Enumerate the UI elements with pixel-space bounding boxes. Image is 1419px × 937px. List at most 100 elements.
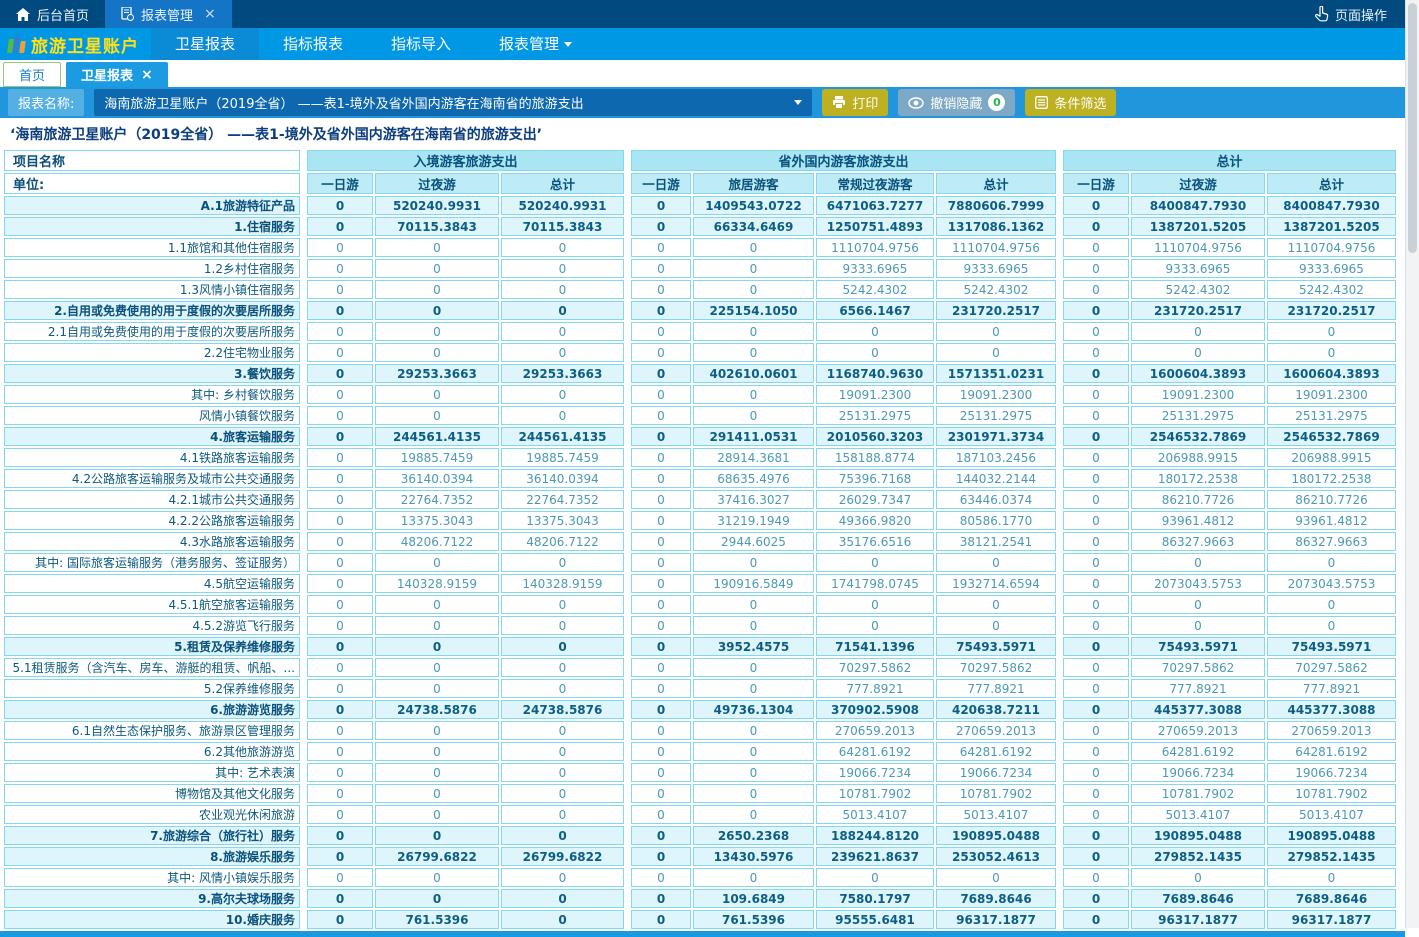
value-cell[interactable]: 777.8921 [936, 679, 1056, 698]
value-cell[interactable]: 0 [631, 658, 691, 677]
row-label[interactable]: 5.租赁及保养维修服务 [4, 637, 300, 656]
value-cell[interactable]: 188244.8120 [816, 826, 934, 845]
value-cell[interactable]: 1387201.5205 [1131, 217, 1265, 236]
value-cell[interactable]: 0 [501, 553, 624, 572]
value-cell[interactable]: 8400847.7930 [1267, 196, 1396, 215]
row-label[interactable]: 1.2乡村住宿服务 [4, 259, 300, 278]
value-cell[interactable]: 231720.2517 [1131, 301, 1265, 320]
value-cell[interactable]: 22764.7352 [501, 490, 624, 509]
value-cell[interactable]: 96317.1877 [936, 910, 1056, 929]
value-cell[interactable]: 0 [1063, 364, 1129, 383]
row-label[interactable]: A.1旅游特征产品 [4, 196, 300, 215]
row-label[interactable]: 博物馆及其他文化服务 [4, 784, 300, 803]
nav-item-indicator-report[interactable]: 指标报表 [259, 28, 367, 60]
value-cell[interactable]: 3952.4575 [693, 637, 814, 656]
value-cell[interactable]: 0 [631, 217, 691, 236]
value-cell[interactable]: 22764.7352 [375, 490, 499, 509]
row-label[interactable]: 4.5.1航空旅客运输服务 [4, 595, 300, 614]
value-cell[interactable]: 0 [307, 427, 373, 446]
value-cell[interactable]: 231720.2517 [936, 301, 1056, 320]
value-cell[interactable]: 253052.4613 [936, 847, 1056, 866]
row-label[interactable]: 5.2保养维修服务 [4, 679, 300, 698]
value-cell[interactable]: 86327.9663 [1267, 532, 1396, 551]
value-cell[interactable]: 95555.6481 [816, 910, 934, 929]
value-cell[interactable]: 0 [501, 280, 624, 299]
value-cell[interactable]: 0 [1063, 259, 1129, 278]
value-cell[interactable]: 19091.2300 [816, 385, 934, 404]
value-cell[interactable]: 0 [1063, 196, 1129, 215]
value-cell[interactable]: 190895.0488 [1267, 826, 1396, 845]
value-cell[interactable]: 1387201.5205 [1267, 217, 1396, 236]
value-cell[interactable]: 0 [1063, 385, 1129, 404]
value-cell[interactable]: 0 [631, 721, 691, 740]
value-cell[interactable]: 0 [501, 406, 624, 425]
value-cell[interactable]: 9333.6965 [936, 259, 1056, 278]
value-cell[interactable]: 0 [936, 343, 1056, 362]
value-cell[interactable]: 0 [693, 805, 814, 824]
value-cell[interactable]: 0 [631, 700, 691, 719]
value-cell[interactable]: 1317086.1362 [936, 217, 1056, 236]
value-cell[interactable]: 0 [1063, 868, 1129, 887]
value-cell[interactable]: 29253.3663 [375, 364, 499, 383]
value-cell[interactable]: 0 [693, 238, 814, 257]
value-cell[interactable]: 0 [631, 616, 691, 635]
value-cell[interactable]: 0 [307, 847, 373, 866]
value-cell[interactable]: 36140.0394 [375, 469, 499, 488]
value-cell[interactable]: 7689.8646 [1267, 889, 1396, 908]
value-cell[interactable]: 5013.4107 [1267, 805, 1396, 824]
value-cell[interactable]: 7689.8646 [936, 889, 1056, 908]
value-cell[interactable]: 0 [501, 238, 624, 257]
value-cell[interactable]: 520240.9931 [501, 196, 624, 215]
value-cell[interactable]: 270659.2013 [936, 721, 1056, 740]
row-label[interactable]: 3.餐饮服务 [4, 364, 300, 383]
value-cell[interactable]: 0 [631, 784, 691, 803]
value-cell[interactable]: 0 [375, 826, 499, 845]
value-cell[interactable]: 71541.1396 [816, 637, 934, 656]
tab-home[interactable]: 首页 [3, 62, 61, 87]
value-cell[interactable]: 0 [307, 196, 373, 215]
value-cell[interactable]: 0 [307, 280, 373, 299]
value-cell[interactable]: 6566.1467 [816, 301, 934, 320]
value-cell[interactable]: 0 [307, 658, 373, 677]
value-cell[interactable]: 2650.2368 [693, 826, 814, 845]
value-cell[interactable]: 5242.4302 [936, 280, 1056, 299]
value-cell[interactable]: 0 [1063, 322, 1129, 341]
value-cell[interactable]: 0 [1063, 679, 1129, 698]
value-cell[interactable]: 0 [693, 280, 814, 299]
value-cell[interactable]: 0 [631, 679, 691, 698]
value-cell[interactable]: 0 [307, 805, 373, 824]
row-label[interactable]: 4.3水路旅客运输服务 [4, 532, 300, 551]
value-cell[interactable]: 2546532.7869 [1131, 427, 1265, 446]
value-cell[interactable]: 0 [307, 784, 373, 803]
value-cell[interactable]: 6471063.7277 [816, 196, 934, 215]
value-cell[interactable]: 19091.2300 [1267, 385, 1396, 404]
value-cell[interactable]: 270659.2013 [1131, 721, 1265, 740]
value-cell[interactable]: 80586.1770 [936, 511, 1056, 530]
value-cell[interactable]: 0 [1063, 763, 1129, 782]
row-label[interactable]: 农业观光休闲旅游 [4, 805, 300, 824]
value-cell[interactable]: 0 [1063, 490, 1129, 509]
value-cell[interactable]: 0 [1063, 280, 1129, 299]
value-cell[interactable]: 0 [631, 322, 691, 341]
value-cell[interactable]: 0 [307, 469, 373, 488]
value-cell[interactable]: 0 [501, 322, 624, 341]
value-cell[interactable]: 0 [501, 259, 624, 278]
value-cell[interactable]: 26799.6822 [375, 847, 499, 866]
value-cell[interactable]: 37416.3027 [693, 490, 814, 509]
value-cell[interactable]: 0 [631, 826, 691, 845]
value-cell[interactable]: 0 [631, 805, 691, 824]
top-tab-report-manage[interactable]: 报表管理 × [105, 0, 232, 28]
value-cell[interactable]: 49366.9820 [816, 511, 934, 530]
value-cell[interactable]: 2546532.7869 [1267, 427, 1396, 446]
value-cell[interactable]: 0 [375, 805, 499, 824]
value-cell[interactable]: 19066.7234 [1267, 763, 1396, 782]
row-label[interactable]: 5.1租赁服务（含汽车、房车、游艇的租赁、帆船、... [4, 658, 300, 677]
value-cell[interactable]: 1600604.3893 [1267, 364, 1396, 383]
value-cell[interactable]: 206988.9915 [1131, 448, 1265, 467]
value-cell[interactable]: 48206.7122 [375, 532, 499, 551]
value-cell[interactable]: 0 [1063, 574, 1129, 593]
value-cell[interactable]: 0 [375, 343, 499, 362]
value-cell[interactable]: 0 [501, 763, 624, 782]
row-label[interactable]: 7.旅游综合（旅行社）服务 [4, 826, 300, 845]
value-cell[interactable]: 0 [375, 406, 499, 425]
